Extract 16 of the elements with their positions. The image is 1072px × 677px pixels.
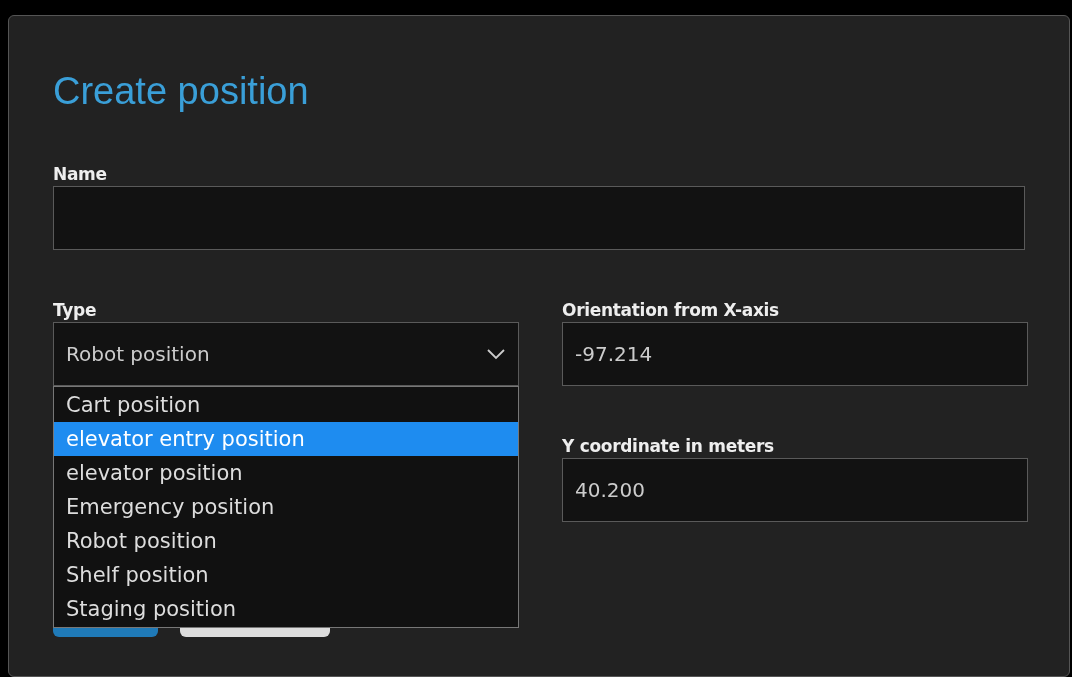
- type-dropdown[interactable]: Robot position: [53, 322, 519, 386]
- field-label: Type: [53, 300, 97, 320]
- dropdown-option[interactable]: Shelf position: [54, 558, 518, 592]
- field-label: Orientation from X-axis: [562, 300, 779, 320]
- dropdown-option[interactable]: Robot position: [54, 524, 518, 558]
- dialog-title: Create position: [53, 69, 309, 114]
- dropdown-option[interactable]: Staging position: [54, 592, 518, 626]
- orientation-input-field[interactable]: -97.214: [562, 322, 1028, 386]
- dropdown-option[interactable]: Emergency position: [54, 490, 518, 524]
- chevron-down-icon: [486, 348, 506, 360]
- field-label: Y coordinate in meters: [562, 436, 774, 456]
- dropdown-option[interactable]: Cart position: [54, 388, 518, 422]
- dropdown-option[interactable]: elevator position: [54, 456, 518, 490]
- field-label: Name: [53, 164, 107, 184]
- name-input-field[interactable]: [53, 186, 1025, 250]
- y-coordinate-input-field[interactable]: 40.200: [562, 458, 1028, 522]
